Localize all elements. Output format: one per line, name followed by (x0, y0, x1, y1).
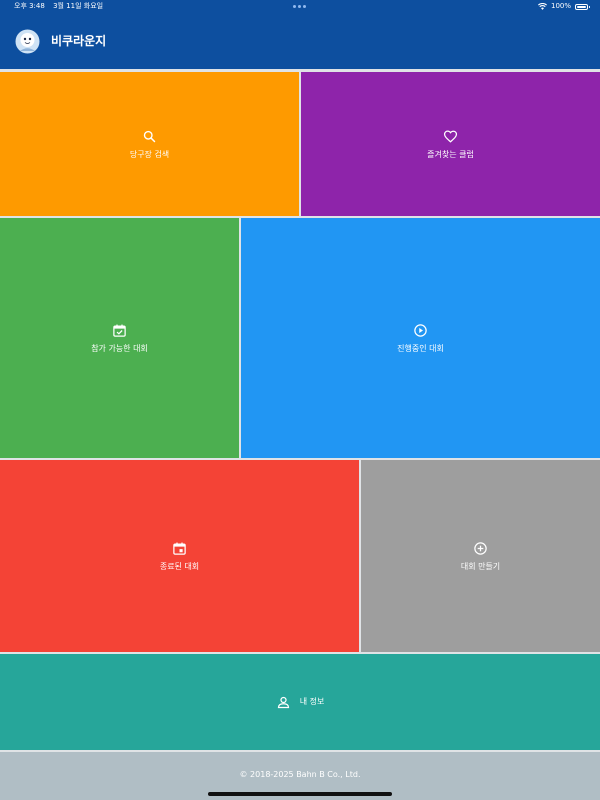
tile-ongoing-tournaments[interactable]: 진행중인 대회 (241, 218, 600, 458)
home-indicator[interactable] (208, 792, 392, 796)
status-date: 3월 11일 화요일 (53, 2, 104, 10)
wifi-icon (537, 3, 547, 10)
status-bar: 오후 3:48 3월 11일 화요일 100% (0, 0, 600, 13)
status-time: 오후 3:48 (14, 2, 45, 10)
app-root: 오후 3:48 3월 11일 화요일 100% 비쿠라운지 당구장 검색 즐겨찾… (0, 0, 600, 800)
person-icon (277, 696, 289, 708)
tile-label: 참가 가능한 대회 (91, 343, 148, 353)
add-circle-icon (474, 541, 487, 555)
status-left: 오후 3:48 3월 11일 화요일 (14, 0, 109, 13)
calendar-check-icon (113, 324, 126, 337)
app-logo-icon (15, 29, 40, 54)
battery-percent: 100% (550, 2, 571, 10)
tile-favorite-clubs[interactable]: 즐겨찾는 클럽 (301, 72, 600, 216)
app-title: 비쿠라운지 (51, 34, 107, 48)
play-circle-icon (414, 323, 427, 337)
tile-label: 즐겨찾는 클럽 (427, 149, 474, 159)
tile-finished-tournaments[interactable]: 종료된 대회 (0, 460, 359, 652)
tile-open-tournaments[interactable]: 참가 가능한 대회 (0, 218, 239, 458)
footer-copyright: © 2018-2025 Bahn B Co., Ltd. (239, 770, 361, 779)
tile-label: 대회 만들기 (460, 561, 501, 571)
multitasking-dots-icon[interactable] (293, 5, 306, 8)
battery-icon (575, 3, 590, 10)
heart-icon (443, 130, 458, 143)
tile-search-halls[interactable]: 당구장 검색 (0, 72, 299, 216)
tile-label: 당구장 검색 (129, 149, 170, 159)
tile-label: 진행중인 대회 (397, 343, 444, 353)
search-icon (143, 130, 156, 142)
app-bar: 비쿠라운지 (0, 13, 600, 69)
tile-label: 종료된 대회 (159, 561, 200, 571)
tile-label: 내 정보 (299, 697, 325, 706)
tile-my-info[interactable]: 내 정보 (0, 654, 600, 750)
calendar-event-icon (173, 542, 186, 555)
status-right: 100% (537, 0, 590, 13)
tile-create-tournament[interactable]: 대회 만들기 (361, 460, 600, 652)
